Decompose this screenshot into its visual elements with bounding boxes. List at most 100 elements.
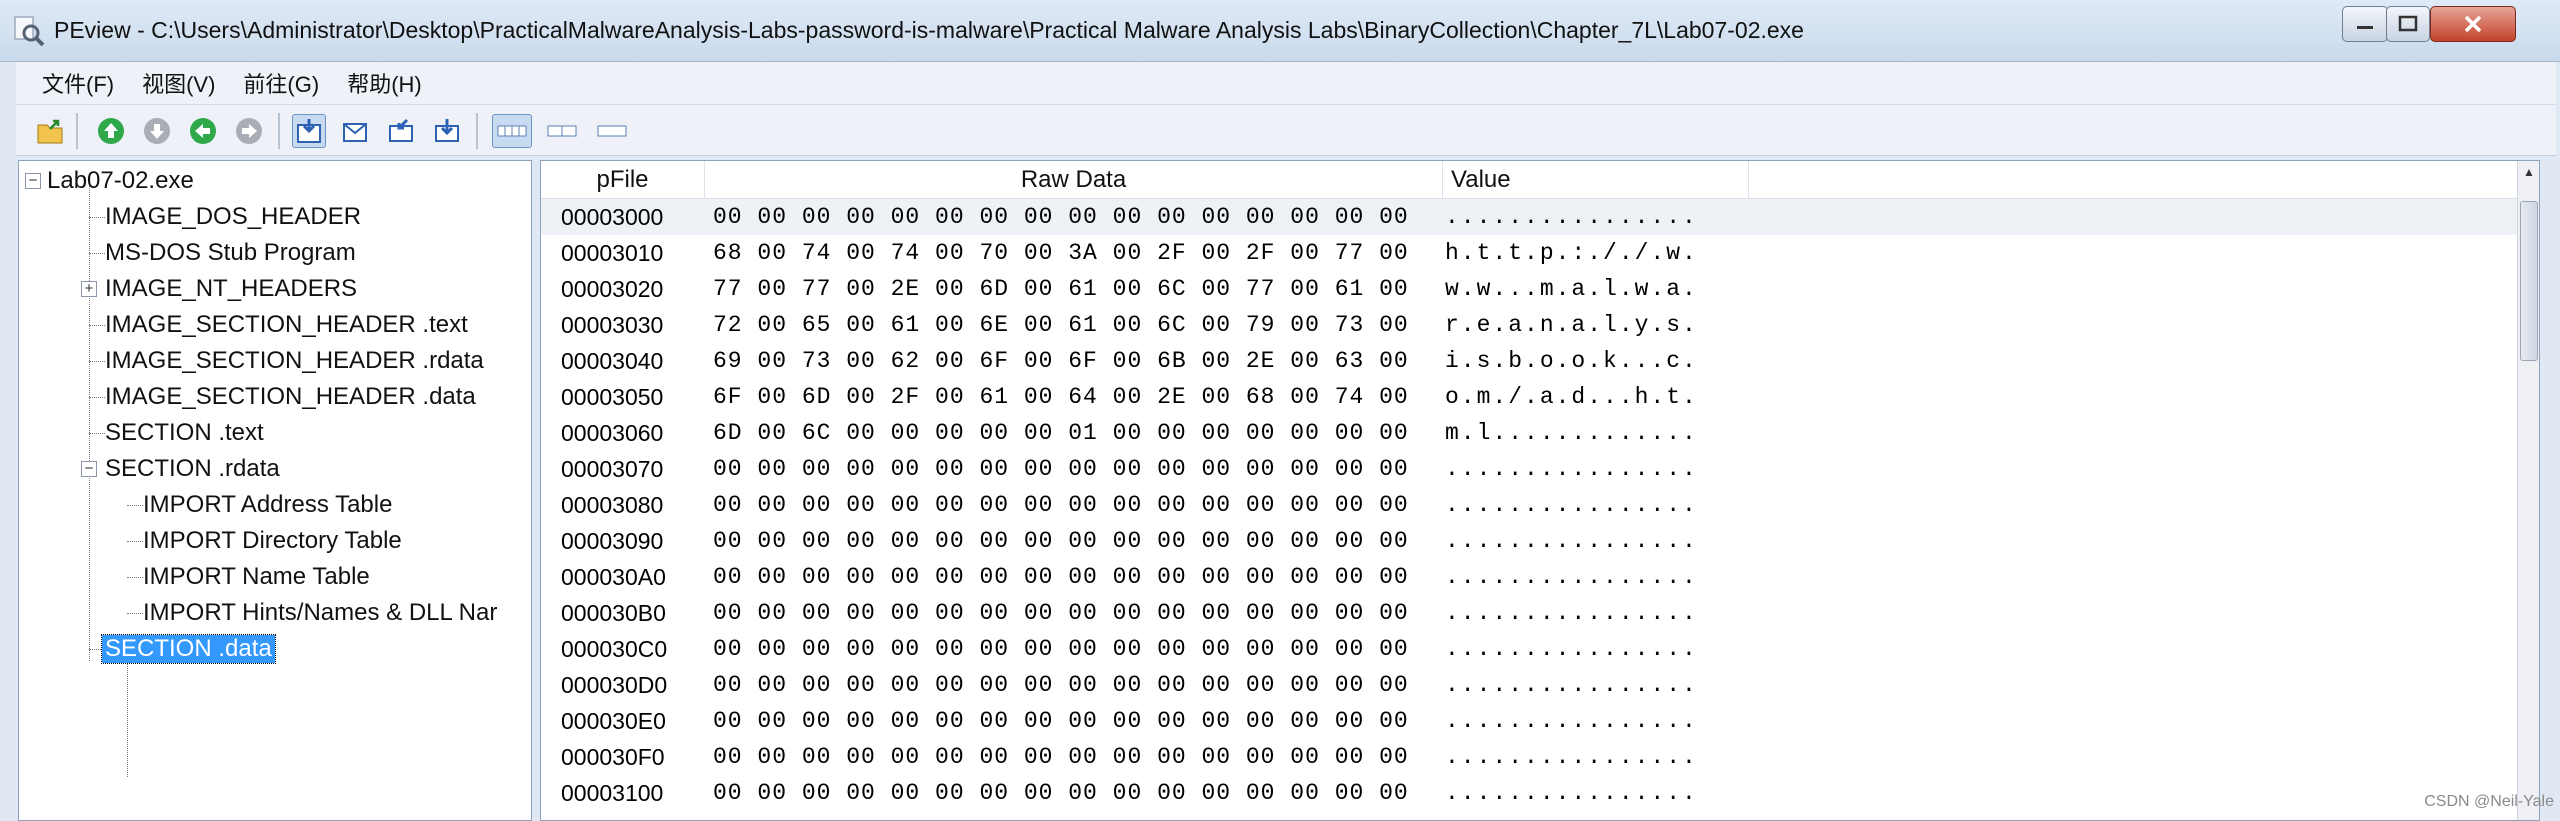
expand-icon[interactable]: + [81, 281, 97, 297]
hex-ascii: ................ [1445, 636, 1698, 662]
tree-guide-line [127, 541, 143, 542]
hex-bytes: 69 00 73 00 62 00 6F 00 6F 00 6B 00 2E 0… [713, 348, 1409, 374]
hex-ascii: ................ [1445, 564, 1698, 590]
hex-bytes: 00 00 00 00 00 00 00 00 00 00 00 00 00 0… [713, 636, 1409, 662]
hex-view[interactable]: pFile Raw Data Value 00003000 00 00 00 00… [540, 160, 2540, 821]
collapse-icon[interactable]: − [81, 461, 97, 477]
table-row[interactable]: 000030D0 00 00 00 00 00 00 00 00 00 00 00… [541, 667, 2521, 703]
table-row[interactable]: 00003010 68 00 74 00 74 00 70 00 3A 00 2F… [541, 235, 2521, 271]
bytes-mode-icon [497, 125, 527, 137]
hex-ascii: o.m./.a.d...h.t. [1445, 384, 1698, 410]
table-row[interactable]: 000030B0 00 00 00 00 00 00 00 00 00 00 00… [541, 595, 2521, 631]
forward-button[interactable] [232, 114, 266, 148]
hex-ascii: w.w...m.a.l.w.a. [1445, 276, 1698, 302]
tree-item-section-header-text[interactable]: IMAGE_SECTION_HEADER .text [105, 311, 468, 339]
column-header-pfile[interactable]: pFile [541, 161, 705, 199]
hex-header: pFile Raw Data Value [541, 161, 2521, 199]
hex-bytes: 72 00 65 00 61 00 6E 00 61 00 6C 00 79 0… [713, 312, 1409, 338]
word-mode-button[interactable] [542, 114, 582, 148]
dword-mode-button[interactable] [592, 114, 632, 148]
watermark: CSDN @Neil-Yale [2424, 793, 2554, 810]
tree-item-import-directory-table[interactable]: IMPORT Directory Table [143, 527, 402, 555]
vertical-scrollbar[interactable]: ▲ [2517, 161, 2539, 820]
tree-item-nt-headers[interactable]: IMAGE_NT_HEADERS [105, 275, 357, 303]
table-row[interactable]: 00003090 00 00 00 00 00 00 00 00 00 00 00… [541, 523, 2521, 559]
tree-guide-line [89, 433, 105, 434]
hex-address: 000030C0 [561, 636, 668, 662]
open-file-button[interactable] [34, 114, 68, 148]
view-export-button[interactable] [430, 114, 464, 148]
tree-item-dos-stub[interactable]: MS-DOS Stub Program [105, 239, 356, 267]
table-row[interactable]: 00003020 77 00 77 00 2E 00 6D 00 61 00 6C… [541, 271, 2521, 307]
table-row[interactable]: 00003000 00 00 00 00 00 00 00 00 00 00 00… [541, 199, 2521, 235]
scrollbar-thumb[interactable] [2520, 201, 2538, 361]
close-button[interactable] [2430, 6, 2516, 42]
table-row[interactable]: 00003050 6F 00 6D 00 2F 00 61 00 64 00 2E… [541, 379, 2521, 415]
hex-address: 00003070 [561, 456, 664, 482]
tree-item-section-header-rdata[interactable]: IMAGE_SECTION_HEADER .rdata [105, 347, 484, 375]
hex-bytes: 00 00 00 00 00 00 00 00 00 00 00 00 00 0… [713, 528, 1409, 554]
hex-bytes: 00 00 00 00 00 00 00 00 00 00 00 00 00 0… [713, 672, 1409, 698]
tree-guide-line [127, 577, 143, 578]
tree-item-dos-header[interactable]: IMAGE_DOS_HEADER [105, 203, 361, 231]
table-row[interactable]: 000030F0 00 00 00 00 00 00 00 00 00 00 00… [541, 739, 2521, 775]
table-row[interactable]: 00003100 00 00 00 00 00 00 00 00 00 00 00… [541, 775, 2521, 811]
view-mail-button[interactable] [338, 114, 372, 148]
toolbar-separator [278, 113, 280, 149]
menu-help[interactable]: 帮助(H) [333, 63, 436, 103]
hex-bytes: 77 00 77 00 2E 00 6D 00 61 00 6C 00 77 0… [713, 276, 1409, 302]
table-row[interactable]: 00003080 00 00 00 00 00 00 00 00 00 00 00… [541, 487, 2521, 523]
hex-address: 00003050 [561, 384, 664, 410]
table-row[interactable]: 000030A0 00 00 00 00 00 00 00 00 00 00 00… [541, 559, 2521, 595]
column-header-raw-data[interactable]: Raw Data [705, 161, 1443, 199]
table-row[interactable]: 00003040 69 00 73 00 62 00 6F 00 6F 00 6B… [541, 343, 2521, 379]
down-button[interactable] [140, 114, 174, 148]
tree-item-section-data[interactable]: SECTION .data [101, 634, 276, 664]
menu-view[interactable]: 视图(V) [128, 63, 229, 103]
magnifier-file-icon [14, 16, 45, 47]
menu-bar: 文件(F) 视图(V) 前往(G) 帮助(H) [16, 62, 2556, 104]
tree-item-import-address-table[interactable]: IMPORT Address Table [143, 491, 392, 519]
maximize-button[interactable] [2386, 6, 2430, 42]
tree-item-section-rdata[interactable]: SECTION .rdata [105, 455, 280, 483]
view-hex-button[interactable] [292, 114, 326, 148]
bytes-mode-button[interactable] [492, 114, 532, 148]
table-row[interactable]: 00003030 72 00 65 00 61 00 6E 00 61 00 6C… [541, 307, 2521, 343]
view-import-button[interactable] [384, 114, 418, 148]
menu-file[interactable]: 文件(F) [28, 63, 128, 103]
back-button[interactable] [186, 114, 220, 148]
tree-item-import-hints-names[interactable]: IMPORT Hints/Names & DLL Nar [143, 599, 497, 627]
maximize-icon [2398, 15, 2418, 32]
menu-go[interactable]: 前往(G) [229, 63, 333, 103]
hex-address: 00003090 [561, 528, 664, 554]
tree-root[interactable]: Lab07-02.exe [47, 167, 194, 195]
tree-guide-line [127, 505, 143, 506]
word-mode-icon [547, 125, 577, 137]
table-row[interactable]: 00003060 6D 00 6C 00 00 00 00 00 01 00 00… [541, 415, 2521, 451]
hex-bytes: 6D 00 6C 00 00 00 00 00 01 00 00 00 00 0… [713, 420, 1409, 446]
tree-item-section-header-data[interactable]: IMAGE_SECTION_HEADER .data [105, 383, 476, 411]
tree-item-import-name-table[interactable]: IMPORT Name Table [143, 563, 370, 591]
hex-address: 000030F0 [561, 744, 665, 770]
hex-ascii: ................ [1445, 204, 1698, 230]
hex-bytes: 00 00 00 00 00 00 00 00 00 00 00 00 00 0… [713, 780, 1409, 806]
hex-address: 000030E0 [561, 708, 666, 734]
tree-guide-line [89, 361, 105, 362]
tree-item-section-text[interactable]: SECTION .text [105, 419, 264, 447]
column-header-value[interactable]: Value [1443, 161, 1749, 199]
view-hex-icon [297, 119, 321, 143]
down-arrow-icon [144, 118, 170, 144]
up-button[interactable] [94, 114, 128, 148]
hex-ascii: ................ [1445, 708, 1698, 734]
collapse-icon[interactable]: − [25, 173, 41, 189]
table-row[interactable]: 00003070 00 00 00 00 00 00 00 00 00 00 00… [541, 451, 2521, 487]
scroll-up-icon[interactable]: ▲ [2518, 161, 2539, 183]
hex-ascii: r.e.a.n.a.l.y.s. [1445, 312, 1698, 338]
table-row[interactable]: 000030E0 00 00 00 00 00 00 00 00 00 00 00… [541, 703, 2521, 739]
toolbar-separator [76, 113, 78, 149]
hex-address: 000030B0 [561, 600, 666, 626]
hex-ascii: h.t.t.p.:././.w. [1445, 240, 1698, 266]
pe-structure-tree: − Lab07-02.exe IMAGE_DOS_HEADER MS-DOS S… [18, 160, 532, 821]
minimize-button[interactable] [2342, 6, 2388, 42]
table-row[interactable]: 000030C0 00 00 00 00 00 00 00 00 00 00 00… [541, 631, 2521, 667]
